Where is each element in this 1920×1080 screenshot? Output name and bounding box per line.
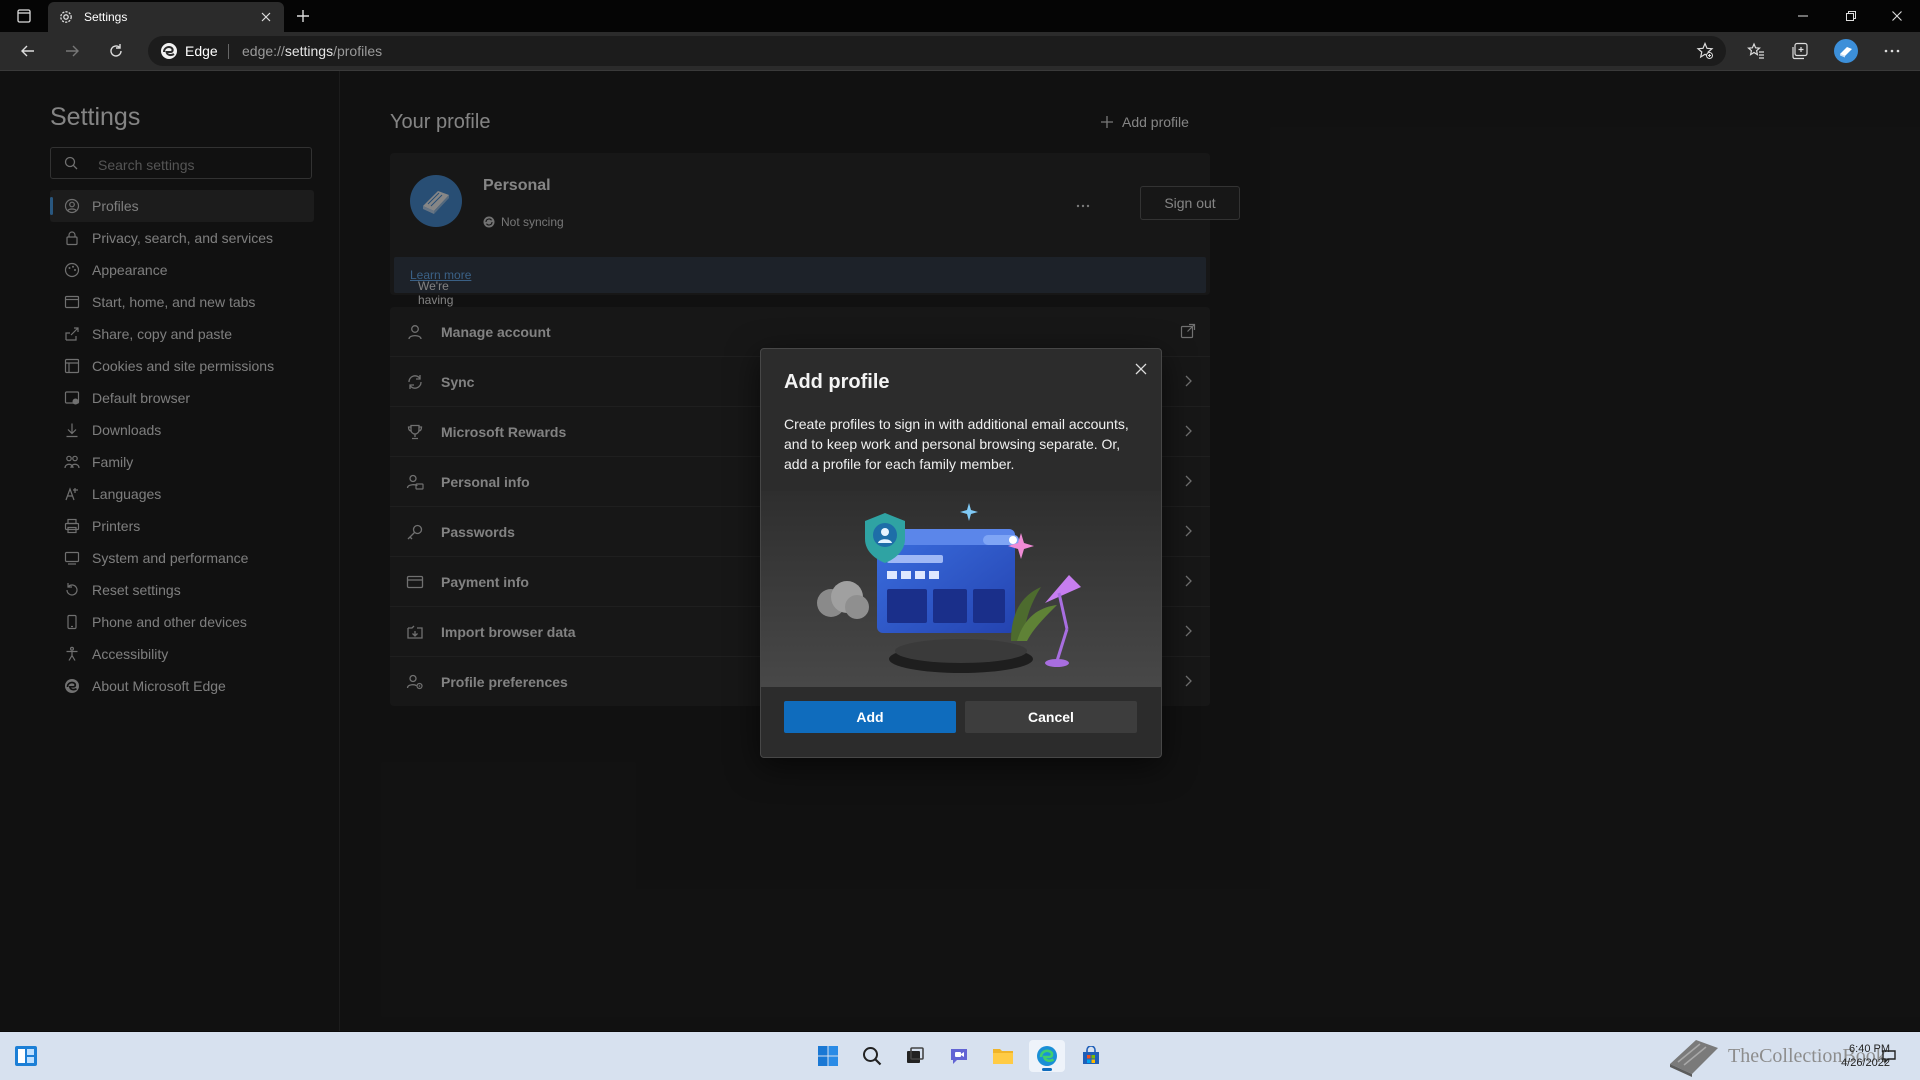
cancel-button[interactable]: Cancel: [965, 701, 1137, 733]
notification-icon[interactable]: [1880, 1047, 1898, 1065]
restore-icon: [1846, 11, 1856, 21]
taskbar-search-button[interactable]: [854, 1040, 890, 1072]
start-icon: [818, 1046, 838, 1066]
tab-settings[interactable]: Settings: [48, 2, 284, 32]
taskbar-edge-button[interactable]: [1029, 1040, 1065, 1072]
refresh-icon: [110, 44, 122, 57]
settings-more-button[interactable]: [1876, 37, 1908, 65]
store-icon: [1083, 1046, 1099, 1064]
tab-actions-button[interactable]: [8, 4, 40, 28]
edge-logo-icon: [161, 43, 177, 59]
dialog-close-button[interactable]: [1129, 357, 1153, 381]
site-identity[interactable]: Edge: [160, 41, 218, 61]
new-tab-button[interactable]: [292, 5, 314, 27]
edge-icon: [1037, 1046, 1057, 1066]
book-logo-icon: [1670, 1040, 1718, 1077]
taskbar-file-explorer-button[interactable]: [985, 1040, 1021, 1072]
windows-taskbar: TheCollectionBook 6:40 PM 4/26/2022: [0, 1032, 1920, 1080]
address-divider: [228, 44, 229, 59]
minimize-button[interactable]: [1780, 0, 1826, 32]
tab-strip: Settings: [0, 0, 1920, 32]
widgets-icon[interactable]: [14, 1044, 38, 1068]
close-icon: [1892, 11, 1902, 21]
dialog-description: Create profiles to sign in with addition…: [784, 416, 1129, 472]
star-add-icon: [1696, 42, 1714, 59]
task-view-icon: [907, 1047, 924, 1063]
refresh-button[interactable]: [100, 37, 132, 65]
url-host: settings: [284, 43, 334, 59]
tab-close-button[interactable]: [256, 7, 276, 27]
collections-icon: [1792, 42, 1808, 60]
profile-button[interactable]: [1830, 37, 1862, 65]
add-favorite-button[interactable]: [1694, 41, 1716, 61]
taskbar-task-view-button[interactable]: [897, 1040, 933, 1072]
add-button[interactable]: Add: [784, 701, 956, 733]
favorites-icon: [1747, 42, 1764, 59]
url-scheme: edge://: [242, 43, 285, 59]
add-profile-dialog: Add profile Create profiles to sign in w…: [760, 348, 1162, 758]
plus-icon: [297, 10, 309, 22]
more-dots-icon: [1884, 49, 1900, 53]
collections-button[interactable]: [1784, 37, 1816, 65]
back-arrow-icon: [21, 45, 34, 57]
restore-button[interactable]: [1828, 0, 1874, 32]
address-bar[interactable]: Edge edge://settings/profiles: [148, 36, 1726, 66]
favorites-button[interactable]: [1740, 37, 1772, 65]
gear-icon: [60, 11, 72, 23]
forward-arrow-icon: [66, 45, 79, 57]
taskbar-store-button[interactable]: [1073, 1040, 1109, 1072]
dialog-title: Add profile: [784, 371, 890, 393]
book-avatar-icon: [1840, 47, 1852, 58]
file-explorer-icon: [993, 1049, 1013, 1064]
tab-actions-icon: [17, 9, 31, 23]
close-icon: [1135, 363, 1147, 375]
search-icon: [863, 1047, 882, 1066]
url-text[interactable]: edge://settings/profiles: [242, 43, 382, 59]
tab-title: Settings: [84, 10, 128, 24]
taskbar-chat-button[interactable]: [941, 1040, 977, 1072]
browser-toolbar: Edge edge://settings/profiles: [0, 32, 1920, 71]
avatar: [1834, 39, 1858, 63]
minimize-icon: [1798, 15, 1808, 17]
chat-icon: [951, 1049, 967, 1064]
add-profile-illustration: [761, 491, 1161, 687]
close-window-button[interactable]: [1874, 0, 1920, 32]
close-icon: [261, 12, 271, 22]
url-path: /profiles: [333, 43, 383, 59]
site-label: Edge: [185, 43, 218, 59]
back-button[interactable]: [12, 37, 44, 65]
taskbar-start-button[interactable]: [810, 1040, 846, 1072]
forward-button[interactable]: [56, 37, 88, 65]
